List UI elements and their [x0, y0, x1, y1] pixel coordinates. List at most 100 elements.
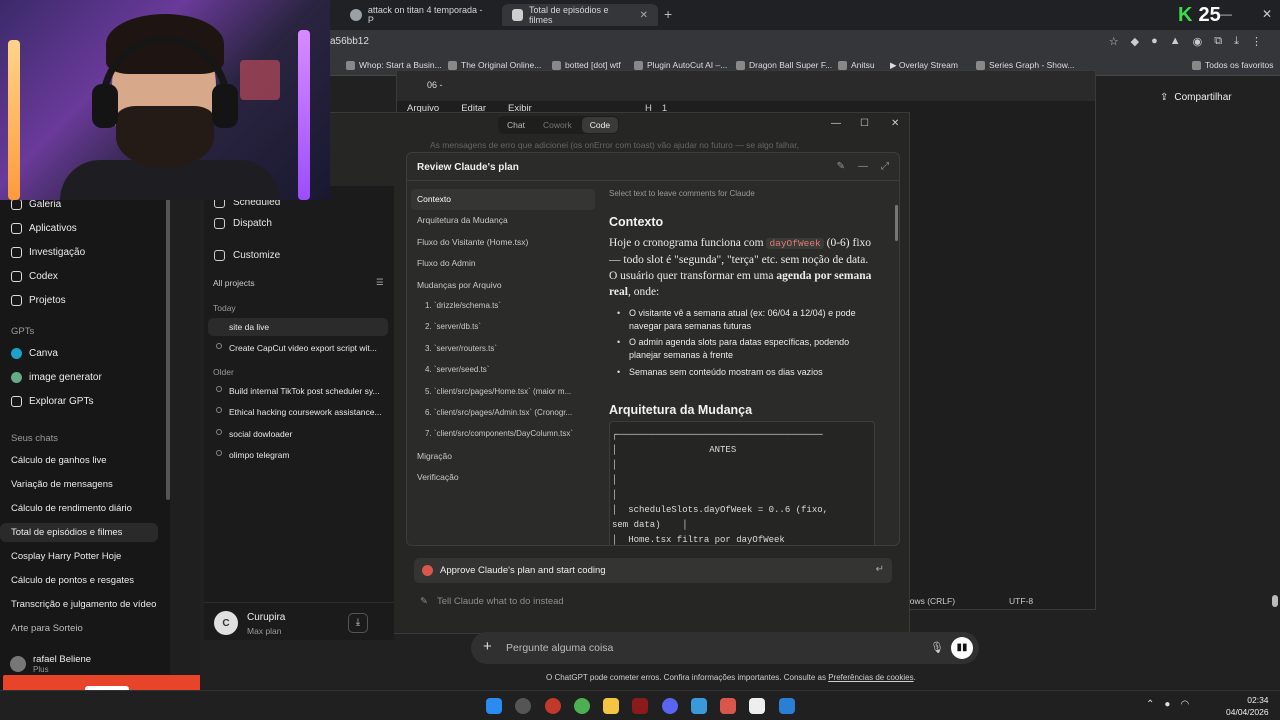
outline-item[interactable]: Mudanças por Arquivo [411, 275, 595, 296]
document-tab[interactable]: 06 - [427, 80, 443, 90]
microphone-icon[interactable]: ● [1164, 699, 1170, 710]
outline-item[interactable]: Arquitetura da Mudança [411, 210, 595, 231]
chat-item[interactable]: Cálculo de rendimento diário [11, 503, 132, 514]
page-scrollbar[interactable] [1272, 595, 1278, 607]
chat-item[interactable]: social dowloader [229, 429, 292, 439]
tab-cowork[interactable]: Cowork [535, 117, 580, 133]
plan-scrollbar[interactable] [895, 205, 898, 241]
chevron-up-icon[interactable]: ⌃ [1146, 699, 1154, 710]
user-account[interactable]: rafael Beliene Plus [10, 654, 91, 674]
sidebar-item-aplicativos[interactable]: Aplicativos [11, 223, 77, 234]
discord-icon[interactable] [662, 698, 678, 714]
extension-icon[interactable]: ● [1151, 35, 1158, 48]
outline-subitem[interactable]: 2. `server/db.ts` [411, 317, 595, 338]
maximize-icon[interactable]: ☐ [860, 118, 869, 129]
bookmark-item[interactable]: Series Graph - Show... [976, 60, 1075, 70]
chat-item[interactable]: Cálculo de ganhos live [11, 455, 107, 466]
approve-plan-button[interactable]: Approve Claude's plan and start coding ↵ [414, 558, 892, 583]
bookmark-item[interactable]: Dragon Ball Super F... [736, 60, 832, 70]
menu-icon[interactable]: ⋮ [1251, 35, 1262, 48]
claude-icon[interactable] [720, 698, 736, 714]
chat-item[interactable]: Variação de mensagens [11, 479, 113, 490]
sidebar-item-customize[interactable]: Customize [214, 250, 280, 261]
microphone-icon[interactable]: 🎙 [930, 641, 944, 654]
chat-item[interactable]: Cálculo de pontos e resgates [11, 575, 134, 586]
cookie-preferences-link[interactable]: Preferências de cookies [828, 673, 913, 682]
extension-icon[interactable]: ◆ [1131, 35, 1139, 48]
bookmark-item[interactable]: Plugin AutoCut AI –... [634, 60, 727, 70]
close-tab-icon[interactable]: ✕ [640, 10, 648, 21]
chat-item[interactable]: Cosplay Harry Potter Hoje [11, 551, 121, 562]
outline-item[interactable]: Fluxo do Admin [411, 253, 595, 274]
new-tab-button[interactable]: + [664, 6, 672, 22]
browser-tab[interactable]: attack on titan 4 temporada - P [340, 4, 500, 26]
minimize-icon[interactable]: — [1220, 7, 1232, 21]
notepad-icon[interactable] [691, 698, 707, 714]
download-icon[interactable]: ⤓ [1234, 35, 1239, 48]
outline-subitem[interactable]: 6. `client/src/pages/Admin.tsx` (Cronogr… [411, 403, 595, 424]
clock[interactable]: 02:34 04/04/2026 [1226, 694, 1269, 718]
edit-icon[interactable]: ✎ [837, 161, 845, 172]
chat-item[interactable]: olimpo telegram [229, 450, 289, 460]
voice-mode-button[interactable]: ▮▮ [951, 637, 973, 659]
sidebar-item-dispatch[interactable]: Dispatch [214, 218, 272, 229]
app-icon[interactable] [515, 698, 531, 714]
bookmark-item[interactable]: Whop: Start a Busin... [346, 60, 442, 70]
sidebar-scrollbar[interactable] [166, 170, 170, 500]
outline-subitem[interactable]: 3. `server/routers.ts` [411, 339, 595, 360]
outline-item[interactable]: Fluxo do Visitante (Home.tsx) [411, 232, 595, 253]
puzzle-icon[interactable]: ⧉ [1214, 35, 1222, 48]
sidebar-item-galeria[interactable]: Galeria [11, 199, 61, 210]
minimize-icon[interactable]: — [831, 118, 841, 129]
bookmark-item[interactable]: The Original Online... [448, 60, 541, 70]
folder-icon[interactable] [603, 698, 619, 714]
chat-item[interactable]: Build internal TikTok post scheduler sy.… [229, 386, 380, 396]
star-icon[interactable]: ☆ [1109, 35, 1119, 48]
collapse-icon[interactable]: — [858, 161, 868, 172]
sidebar-item-investigacao[interactable]: Investigação [11, 247, 85, 258]
vscode-icon[interactable] [779, 698, 795, 714]
tab-chat[interactable]: Chat [499, 117, 533, 133]
url-field[interactable]: a56bb12 [330, 36, 369, 47]
sidebar-item-codex[interactable]: Codex [11, 271, 58, 282]
gpt-canva[interactable]: Canva [11, 348, 58, 359]
expand-icon[interactable]: ⤢ [881, 161, 889, 172]
wifi-icon[interactable]: ◠ [1180, 699, 1189, 710]
close-icon[interactable]: ✕ [891, 118, 899, 129]
chat-item[interactable]: Transcrição e julgamento de vídeo [11, 599, 156, 610]
outline-item[interactable]: Contexto [411, 189, 595, 211]
extension-icon[interactable]: ▲ [1170, 35, 1181, 48]
outline-subitem[interactable]: 1. `drizzle/schema.ts` [411, 296, 595, 317]
chat-item[interactable]: Arte para Sorteio [11, 623, 83, 634]
download-icon[interactable]: ⤓ [348, 613, 368, 633]
app-icon[interactable] [632, 698, 648, 714]
prompt-input[interactable]: Pergunte alguma coisa [506, 642, 613, 654]
add-attachment-icon[interactable]: + [483, 638, 492, 655]
bookmark-item[interactable]: botted [dot] wtf [552, 60, 621, 70]
chat-item[interactable]: Create CapCut video export script wit... [229, 343, 377, 353]
bookmark-item[interactable]: Anitsu [838, 60, 875, 70]
share-button[interactable]: ⇪ Compartilhar [1160, 92, 1232, 103]
sidebar-item-projetos[interactable]: Projetos [11, 295, 66, 306]
chat-item-selected[interactable]: Total de episódios e filmes [0, 523, 158, 542]
outline-item[interactable]: Migração [411, 446, 595, 467]
capcut-icon[interactable] [749, 698, 765, 714]
gpt-image-generator[interactable]: image generator [11, 372, 102, 383]
outline-item[interactable]: Verificação [411, 467, 595, 488]
outline-subitem[interactable]: 7. `client/src/components/DayColumn.tsx` [411, 424, 595, 445]
chat-item-selected[interactable]: site da live [208, 318, 388, 336]
explore-gpts[interactable]: Explorar GPTs [11, 396, 93, 407]
opera-icon[interactable] [545, 698, 561, 714]
outline-subitem[interactable]: 5. `client/src/pages/Home.tsx` (maior m.… [411, 382, 595, 403]
filter-icon[interactable]: ☰ [376, 277, 384, 288]
close-window-icon[interactable]: ✕ [1262, 7, 1272, 21]
start-icon[interactable] [486, 698, 502, 714]
chrome-icon[interactable] [574, 698, 590, 714]
chat-item[interactable]: Ethical hacking coursework assistance... [229, 407, 382, 417]
extension-icon[interactable]: ◉ [1193, 35, 1203, 48]
projects-dropdown[interactable]: All projects [213, 278, 255, 288]
all-bookmarks[interactable]: Todos os favoritos [1192, 60, 1274, 70]
claude-user-account[interactable]: C Curupira Max plan ⤓ [204, 602, 394, 642]
outline-subitem[interactable]: 4. `server/seed.ts` [411, 360, 595, 381]
browser-tab-active[interactable]: Total de episódios e filmes ✕ [502, 4, 658, 26]
